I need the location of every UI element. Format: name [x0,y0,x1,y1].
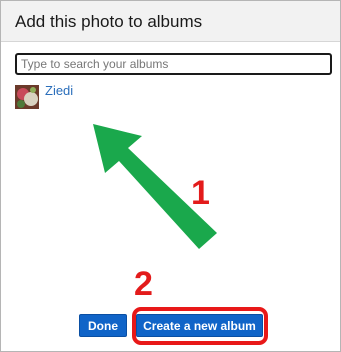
add-to-albums-dialog: Add this photo to albums Ziedi 1 2 Done … [0,0,341,352]
create-new-album-button[interactable]: Create a new album [136,314,263,337]
green-arrow-annotation [93,124,217,249]
step-number-1: 1 [191,174,210,212]
step-number-2: 2 [134,265,153,303]
done-button[interactable]: Done [79,314,127,337]
